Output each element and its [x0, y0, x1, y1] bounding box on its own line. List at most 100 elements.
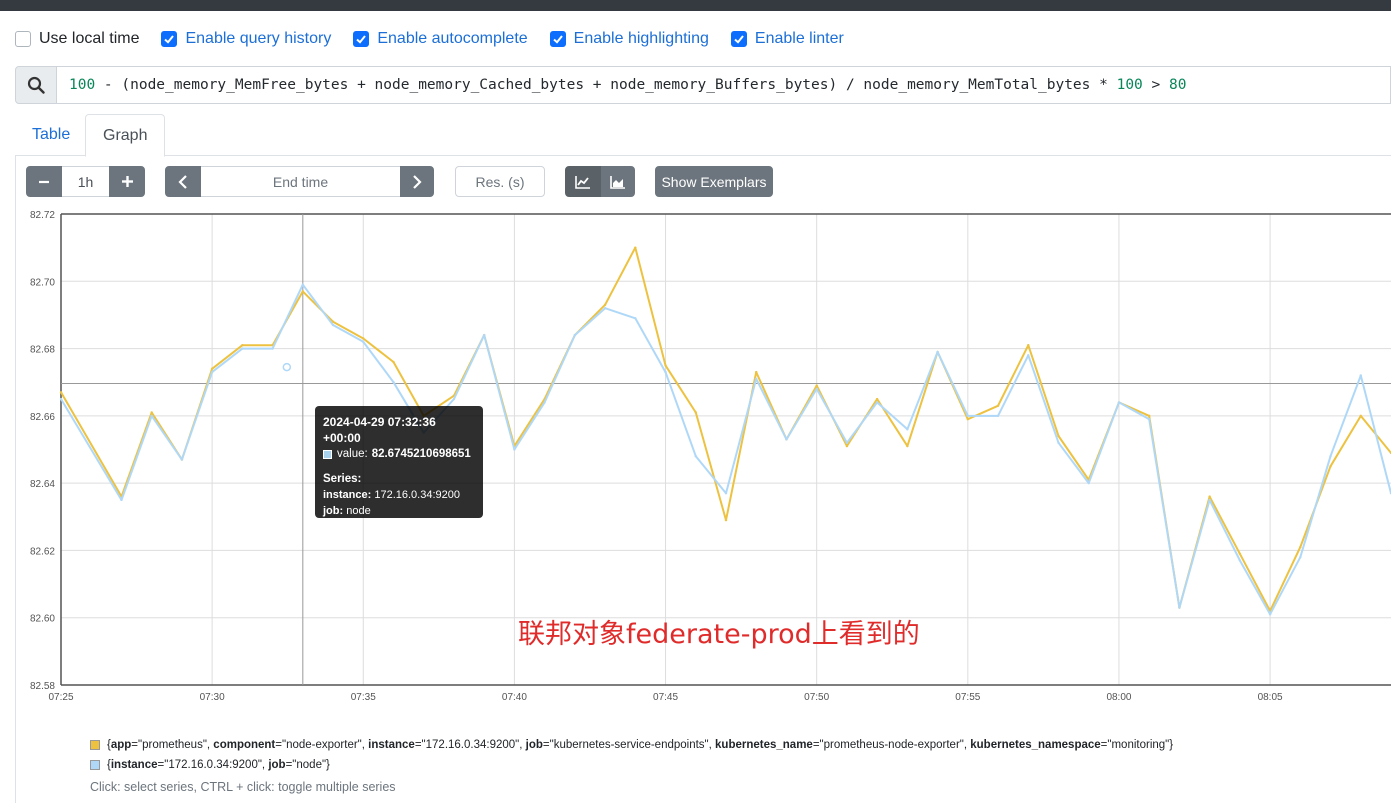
legend-label: {app="prometheus", component="node-expor… — [107, 739, 1174, 751]
chevron-right-icon — [413, 174, 422, 189]
data-point — [936, 350, 939, 354]
tooltip-value: 82.6745210698651 — [371, 448, 471, 460]
data-point — [1178, 606, 1181, 609]
line-chart-icon — [575, 175, 590, 189]
tab-table[interactable]: Table — [15, 114, 87, 156]
check-icon — [164, 35, 175, 44]
series-line-2 — [60, 283, 1391, 616]
data-point — [59, 391, 63, 394]
data-point — [664, 364, 667, 367]
data-point — [362, 340, 365, 344]
data-point — [755, 370, 758, 374]
data-point — [1208, 498, 1211, 502]
legend-hint: Click: select series, CTRL + click: togg… — [90, 780, 396, 794]
option-label: Use local time — [39, 30, 140, 47]
hover-point-marker — [282, 362, 292, 372]
data-point — [724, 492, 728, 495]
data-point — [996, 414, 1000, 418]
next-time-button[interactable] — [400, 166, 434, 197]
data-point — [180, 458, 184, 461]
data-point — [694, 455, 697, 458]
line-chart-button[interactable] — [565, 166, 601, 197]
data-point — [875, 397, 879, 401]
data-point — [271, 347, 274, 350]
check-icon — [734, 35, 744, 44]
tooltip-date: 2024-04-29 07:32:36 +00:00 — [323, 415, 436, 445]
data-point — [210, 370, 214, 374]
graph-tooltip: 2024-04-29 07:32:36 +00:00 value: 82.674… — [315, 406, 483, 518]
checkbox[interactable] — [15, 31, 31, 47]
legend-item[interactable]: {app="prometheus", component="node-expor… — [90, 735, 1173, 755]
option-label: Enable highlighting — [573, 30, 709, 47]
x-tick-label: 07:35 — [351, 692, 376, 703]
x-tick-label: 08:00 — [1106, 692, 1131, 703]
check-icon — [553, 35, 563, 44]
query-bar: 100 - (node_memory_MemFree_bytes + node_… — [15, 66, 1391, 104]
data-point — [301, 290, 305, 293]
stacked-chart-button[interactable] — [601, 166, 635, 197]
option-enable-query-history[interactable]: Enable query history — [161, 30, 331, 48]
chevron-left-icon — [178, 174, 187, 189]
data-point — [1359, 414, 1362, 418]
checkbox-checked[interactable] — [549, 31, 566, 47]
legend-item[interactable]: {instance="172.16.0.34:9200", job="node"… — [90, 755, 1173, 775]
increase-range-button[interactable] — [109, 166, 145, 197]
data-point — [573, 333, 577, 337]
data-point — [875, 401, 879, 404]
data-point — [845, 441, 849, 444]
tab-graph[interactable]: Graph — [85, 114, 166, 157]
legend-swatch — [90, 740, 100, 750]
query-text-token: - (node_memory_MemFree_bytes + node_memo… — [95, 77, 1117, 93]
y-tick-label: 82.66 — [30, 412, 55, 423]
data-point — [59, 397, 63, 401]
data-point — [1238, 559, 1242, 562]
end-time-control: End time — [165, 166, 434, 197]
end-time-input[interactable]: End time — [201, 166, 400, 197]
checkbox-checked[interactable] — [730, 31, 747, 47]
data-point — [150, 411, 153, 414]
annotation-text: 联邦对象federate-prod上看到的 — [518, 619, 920, 650]
minus-icon — [39, 180, 49, 183]
data-point — [1268, 613, 1272, 616]
data-point — [1087, 481, 1090, 485]
show-exemplars-button[interactable]: Show Exemplars — [655, 166, 773, 197]
checkbox-checked[interactable] — [353, 31, 370, 47]
tooltip-label-job: job: node — [323, 505, 371, 517]
resolution-control: Res. (s) — [455, 166, 545, 197]
search-icon — [27, 76, 45, 94]
data-point — [815, 384, 818, 387]
data-point — [603, 307, 607, 310]
query-number-token: 80 — [1169, 77, 1187, 93]
decrease-range-button[interactable] — [26, 166, 62, 197]
option-label: Enable query history — [185, 30, 332, 47]
data-point — [1299, 555, 1302, 559]
data-point — [150, 414, 153, 418]
data-point — [1057, 441, 1060, 444]
option-label: Enable autocomplete — [377, 30, 528, 47]
resolution-input[interactable]: Res. (s) — [455, 166, 545, 197]
search-button[interactable] — [15, 66, 57, 104]
data-point — [120, 498, 123, 502]
range-input[interactable]: 1h — [62, 166, 109, 197]
data-point — [1208, 495, 1211, 498]
previous-time-button[interactable] — [165, 166, 201, 197]
checkbox-checked[interactable] — [161, 31, 178, 47]
expression-input[interactable]: 100 - (node_memory_MemFree_bytes + node_… — [57, 66, 1391, 104]
data-point — [603, 303, 607, 307]
query-number-token: 100 — [69, 77, 96, 93]
option-enable-highlighting[interactable]: Enable highlighting — [549, 30, 709, 48]
y-tick-label: 82.72 — [30, 210, 55, 221]
query-text-token: > — [1142, 77, 1169, 93]
data-point — [210, 367, 214, 370]
tooltip-label-instance: instance: 172.16.0.34:9200 — [323, 489, 460, 501]
check-icon — [356, 35, 367, 44]
y-tick-label: 82.68 — [30, 345, 55, 356]
data-point — [392, 360, 395, 364]
data-point — [966, 418, 970, 421]
x-tick-label: 07:45 — [653, 692, 678, 703]
data-point — [634, 317, 637, 320]
data-point — [1057, 434, 1060, 438]
option-use-local-time[interactable]: Use local time — [15, 30, 139, 48]
option-enable-autocomplete[interactable]: Enable autocomplete — [353, 30, 528, 48]
option-enable-linter[interactable]: Enable linter — [730, 30, 844, 48]
